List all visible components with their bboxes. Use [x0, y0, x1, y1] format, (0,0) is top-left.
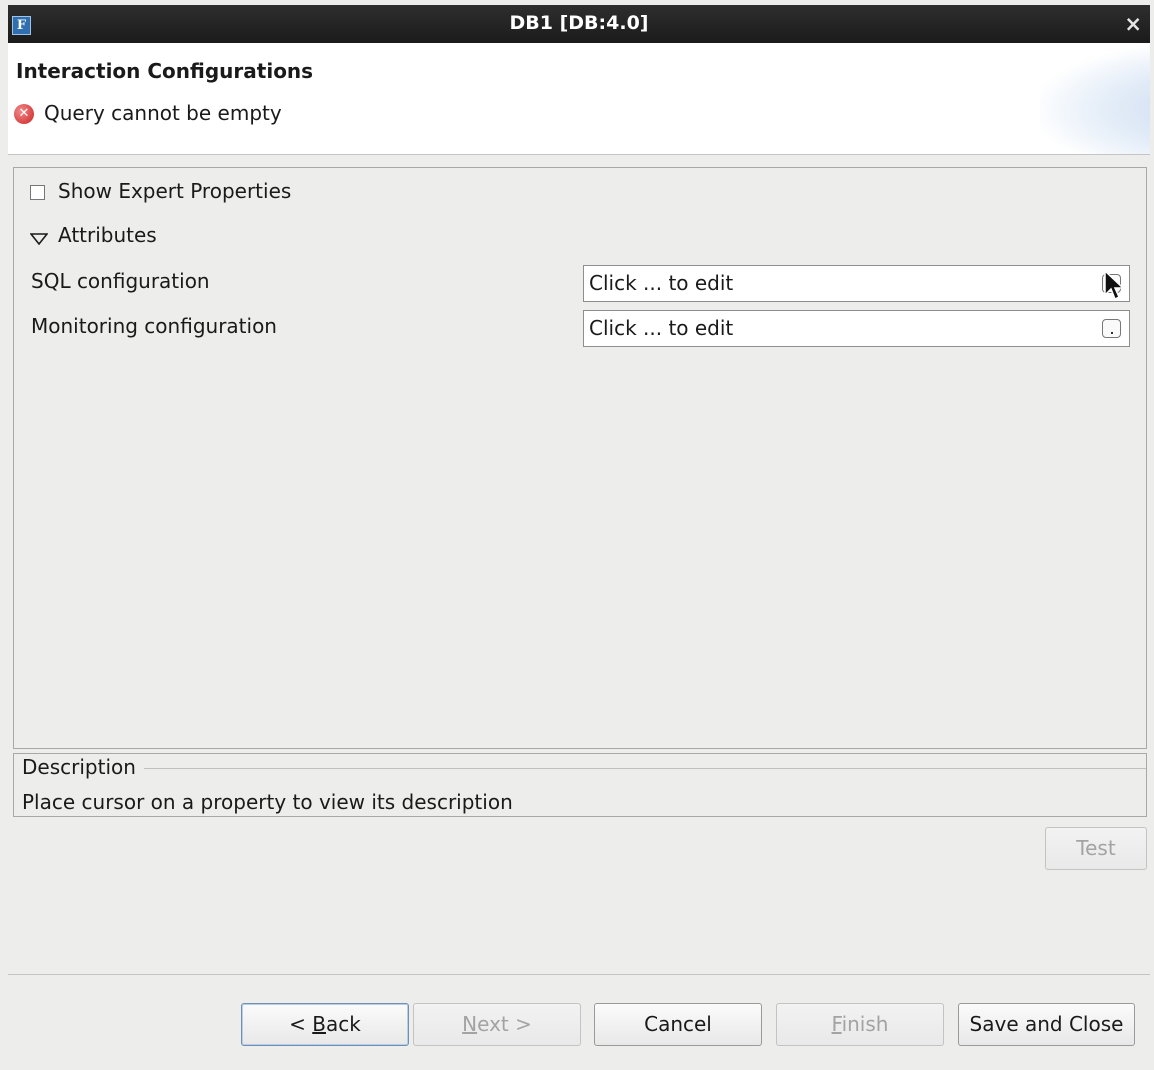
header-decoration	[1040, 43, 1150, 154]
back-button-prefix: <	[289, 1012, 313, 1036]
back-button-rest: ack	[326, 1012, 361, 1036]
finish-button[interactable]: Finish	[776, 1003, 944, 1046]
sql-configuration-label: SQL configuration	[31, 269, 210, 293]
finish-button-mnemonic: F	[831, 1012, 842, 1036]
test-button[interactable]: Test	[1045, 827, 1147, 870]
title-bar: F DB1 [DB:4.0] ×	[8, 5, 1150, 43]
error-message: Query cannot be empty	[44, 101, 282, 125]
show-expert-label[interactable]: Show Expert Properties	[58, 179, 291, 203]
next-button[interactable]: Next >	[413, 1003, 581, 1046]
back-button[interactable]: < Back	[241, 1003, 409, 1046]
sql-configuration-field[interactable]: Click ... to edit	[583, 265, 1130, 302]
description-group: Description Place cursor on a property t…	[13, 753, 1147, 817]
footer-separator	[8, 974, 1150, 975]
error-icon: ✕	[14, 104, 34, 124]
next-button-rest: ext >	[477, 1012, 532, 1036]
monitoring-configuration-value: Click ... to edit	[589, 316, 734, 340]
window-title: DB1 [DB:4.0]	[509, 12, 649, 34]
finish-button-rest: inish	[841, 1012, 889, 1036]
show-expert-checkbox[interactable]	[30, 185, 45, 200]
next-button-mnemonic: N	[462, 1012, 478, 1036]
sql-configuration-value: Click ... to edit	[589, 271, 734, 295]
mouse-cursor-icon	[1103, 269, 1125, 309]
description-text: Place cursor on a property to view its d…	[22, 790, 513, 814]
cancel-button[interactable]: Cancel	[594, 1003, 762, 1046]
monitoring-configuration-edit-button[interactable]	[1102, 319, 1121, 338]
description-legend: Description	[22, 755, 140, 779]
expand-triangle-icon[interactable]	[29, 227, 49, 251]
save-and-close-button[interactable]: Save and Close	[958, 1003, 1135, 1046]
page-title: Interaction Configurations	[16, 59, 314, 83]
attributes-section-label[interactable]: Attributes	[58, 223, 157, 247]
wizard-header: Interaction Configurations ✕ Query canno…	[8, 43, 1150, 154]
monitoring-configuration-field[interactable]: Click ... to edit	[583, 310, 1130, 347]
properties-panel: Show Expert Properties Attributes SQL co…	[13, 167, 1147, 749]
close-icon[interactable]: ×	[1124, 12, 1142, 36]
description-divider	[144, 768, 1146, 769]
back-button-mnemonic: B	[312, 1012, 326, 1036]
header-separator	[8, 154, 1150, 155]
monitoring-configuration-label: Monitoring configuration	[31, 314, 277, 338]
